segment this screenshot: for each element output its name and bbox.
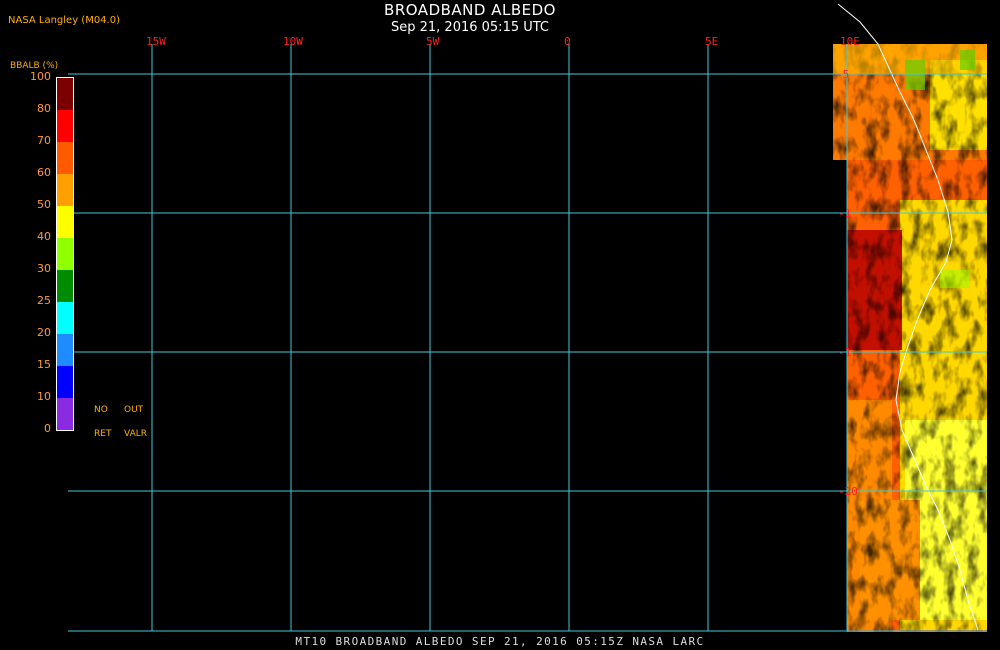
legend-swatch (57, 334, 73, 366)
legend-swatch (57, 142, 73, 174)
legend-ret-label: RET (94, 429, 112, 439)
map-subtitle: Sep 21, 2016 05:15 UTC (390, 20, 550, 35)
legend-no-label: NO (94, 405, 108, 415)
albedo-data-strip (833, 44, 987, 632)
legend-tick-label: 0 (44, 422, 51, 435)
lon-label-15w: 15W (146, 35, 166, 48)
map-title: BROADBAND ALBEDO (384, 1, 556, 19)
legend-tick-label: 60 (37, 166, 51, 179)
legend-tick-label: 70 (37, 134, 51, 147)
legend-swatch (57, 110, 73, 142)
lat-label-10s: -1 (838, 207, 851, 220)
legend-swatch (57, 366, 73, 398)
lon-label-5e: 5E (705, 35, 718, 48)
legend-tick-label: 40 (37, 230, 51, 243)
legend-valr-label: VALR (124, 429, 148, 439)
legend-tick-label: 100 (30, 70, 51, 83)
legend-swatch (57, 398, 73, 430)
legend-swatch (57, 174, 73, 206)
footer-caption: MT10 BROADBAND ALBEDO SEP 21, 2016 05:15… (295, 635, 705, 648)
legend-tick-label: 50 (37, 198, 51, 211)
albedo-map: 15W 10W 5W 0 5E 10E -5 -1 -1 -20 (68, 3, 987, 632)
legend-tick-label: 80 (37, 102, 51, 115)
lon-label-10w: 10W (283, 35, 303, 48)
lon-label-5w: 5W (426, 35, 440, 48)
legend-colorbar (56, 77, 74, 431)
legend-swatch (57, 302, 73, 334)
lat-label-5s: -5 (836, 68, 849, 81)
legend-tick-label: 30 (37, 262, 51, 275)
legend-swatch (57, 270, 73, 302)
legend-tick-label: 15 (37, 358, 51, 371)
legend-out-label: OUT (124, 405, 144, 415)
lon-label-0: 0 (564, 35, 571, 48)
legend-tick-label: 10 (37, 390, 51, 403)
legend-tick-label: 25 (37, 294, 51, 307)
lat-label-15s: -1 (838, 346, 851, 359)
legend-swatch (57, 206, 73, 238)
lon-label-10e: 10E (840, 35, 860, 48)
legend-swatch (57, 238, 73, 270)
lat-label-20s: -20 (838, 485, 858, 498)
legend-tick-label: 20 (37, 326, 51, 339)
legend-swatch (57, 78, 73, 110)
